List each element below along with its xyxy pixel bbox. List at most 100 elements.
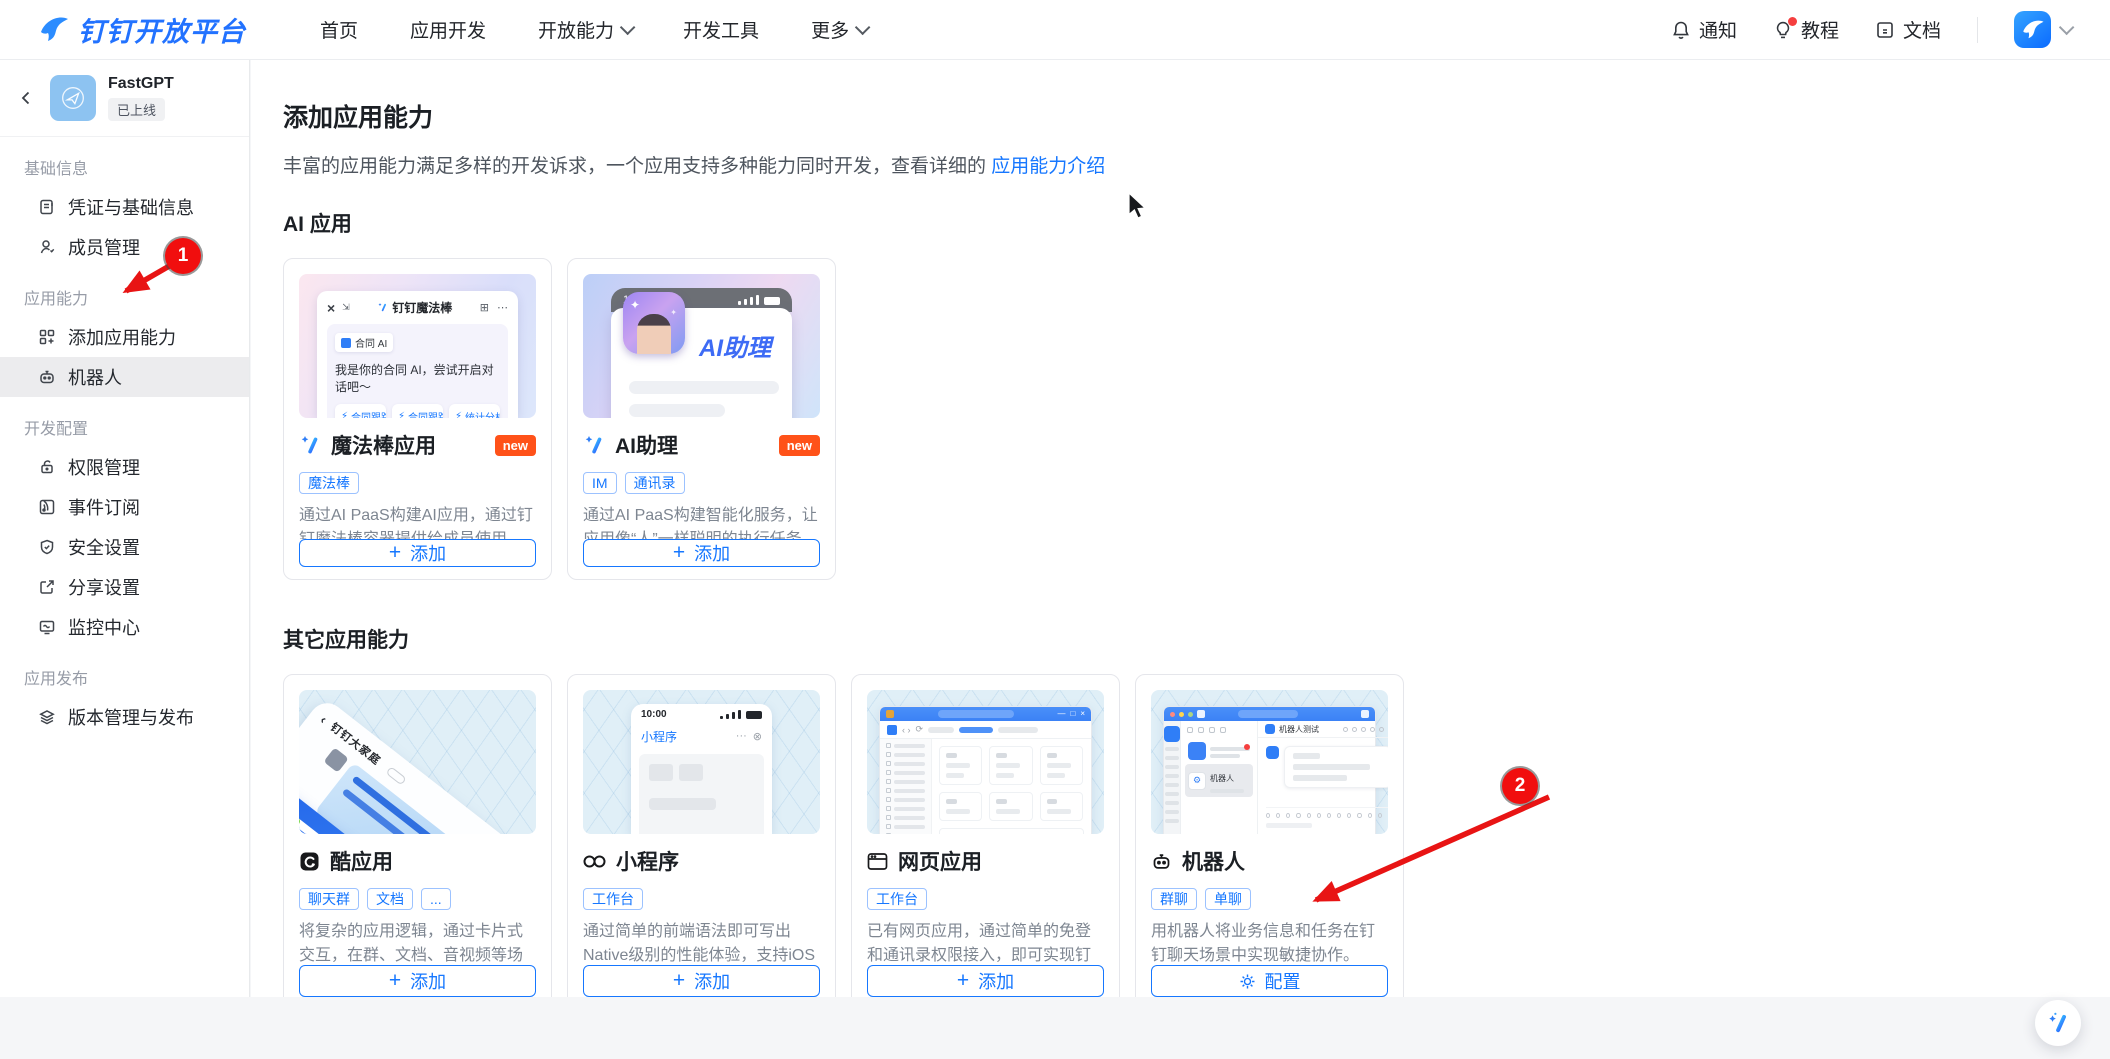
- suggestion-chip: ⚡合同跟踪多少家客户: [335, 404, 386, 419]
- cool-app-icon: [299, 851, 320, 872]
- sidebar-item-monitor[interactable]: 监控中心: [0, 607, 249, 647]
- card-title: 酷应用: [330, 846, 393, 876]
- nav-item-open-capability[interactable]: 开放能力: [538, 16, 631, 43]
- divider: [1977, 17, 1978, 43]
- card-title: 网页应用: [898, 846, 982, 876]
- chat-avatar: [324, 747, 349, 772]
- sidebar-item-share[interactable]: 分享设置: [0, 567, 249, 607]
- suggestion-chip: ⚡统计分析分析下组内: [449, 404, 500, 419]
- tutorial-button[interactable]: 教程: [1773, 16, 1839, 43]
- chevron-down-icon: [620, 20, 636, 36]
- add-capability-icon: [38, 328, 56, 346]
- wand-icon: [299, 434, 321, 456]
- chevron-down-icon: [2059, 20, 2075, 36]
- unread-dot: [1244, 744, 1250, 750]
- expand-icon: ⇲: [342, 302, 350, 313]
- top-navbar: 钉钉开放平台 首页 应用开发 开放能力 开发工具 更多 通知 教程 文档: [0, 0, 2110, 60]
- close-circle-icon: ⊗: [753, 730, 762, 743]
- permission-icon: [38, 458, 56, 476]
- sidebar-item-security[interactable]: 安全设置: [0, 527, 249, 567]
- chat-list-item-robot: ⚙机器人: [1185, 764, 1253, 797]
- magic-wand-preview: × ⇲ 钉钉魔法棒 ⊞⋯ 合同 AI 我是你的合同 AI，尝试开启对话吧～ ⚡合…: [299, 274, 536, 418]
- web-app-preview: —□× ‹ ›⟳: [867, 690, 1104, 834]
- card-cool-app: ‹钉钉大家庭 @ 酷应用: [283, 674, 552, 997]
- sidebar-item-robot[interactable]: 机器人: [0, 357, 249, 397]
- tag: IM: [583, 472, 617, 494]
- sidebar-item-event-subscription[interactable]: 事件订阅: [0, 487, 249, 527]
- tag-overflow: ...: [421, 888, 451, 910]
- card-title: AI助理: [615, 430, 678, 460]
- wand-icon: [583, 434, 605, 456]
- chevron-down-icon: [855, 20, 871, 36]
- new-badge: new: [495, 435, 536, 456]
- sidebar-item-credentials[interactable]: 凭证与基础信息: [0, 187, 249, 227]
- close-icon: ×: [327, 300, 335, 316]
- more-icon: ···: [736, 730, 747, 742]
- card-description: 将复杂的应用逻辑，通过卡片式交互，在群、文档、音视频等场域浅透出给成员快...: [299, 920, 536, 965]
- add-web-app-button[interactable]: +添加: [867, 965, 1104, 997]
- cool-app-preview: ‹钉钉大家庭 @: [299, 690, 536, 834]
- tag: 文档: [367, 888, 413, 910]
- dingtalk-wing-icon: [2021, 18, 2045, 42]
- sidebar-item-members[interactable]: 成员管理: [0, 227, 249, 267]
- credentials-icon: [38, 198, 56, 216]
- card-magic-wand-app: × ⇲ 钉钉魔法棒 ⊞⋯ 合同 AI 我是你的合同 AI，尝试开启对话吧～ ⚡合…: [283, 258, 552, 580]
- annotation-step-1: 1: [165, 238, 201, 274]
- add-mini-program-button[interactable]: +添加: [583, 965, 820, 997]
- sidebar-group-capability: 应用能力: [0, 267, 249, 317]
- ai-assistant-logo-text: AI助理: [699, 328, 776, 363]
- more-icon: ⋯: [497, 301, 508, 314]
- dingtalk-wing-icon: [38, 14, 70, 46]
- web-app-icon: [867, 852, 888, 871]
- add-magic-wand-button[interactable]: +添加: [299, 539, 536, 567]
- back-chevron: ‹: [318, 712, 331, 726]
- tag: 魔法棒: [299, 472, 359, 494]
- tag: 工作台: [583, 888, 643, 910]
- sidebar-item-add-capability[interactable]: 添加应用能力: [0, 317, 249, 357]
- robot-preview: ⚙机器人 机器人测试: [1151, 690, 1388, 834]
- add-window-icon: ⊞: [480, 301, 489, 314]
- card-description: 通过AI PaaS构建智能化服务，让应用像“人”一样聪明的执行任务: [583, 504, 820, 539]
- card-ai-assistant: 10:00 ✦✦ AI助理 AI助理 new IM: [567, 258, 836, 580]
- docs-button[interactable]: 文档: [1875, 16, 1941, 43]
- main-content: 添加应用能力 丰富的应用能力满足多样的开发诉求，一个应用支持多种能力同时开发，查…: [251, 60, 2110, 997]
- other-card-row: ‹钉钉大家庭 @ 酷应用: [283, 674, 2110, 997]
- dingtalk-logo[interactable]: 钉钉开放平台: [38, 10, 246, 49]
- tag: 单聊: [1205, 888, 1251, 910]
- user-avatar-menu[interactable]: [2014, 11, 2070, 48]
- gear-icon: [1239, 973, 1256, 990]
- mini-program-preview: 10:00 小程序 ···⊗: [583, 690, 820, 834]
- page-title: 添加应用能力: [283, 98, 2110, 134]
- document-icon: [1875, 20, 1895, 40]
- nav-item-dev-tools[interactable]: 开发工具: [683, 16, 759, 43]
- notification-dot: [1788, 17, 1797, 26]
- back-button[interactable]: [14, 86, 38, 110]
- wand-icon: [2046, 1011, 2070, 1035]
- navbar-right: 通知 教程 文档: [1671, 11, 2070, 48]
- card-title: 机器人: [1182, 846, 1245, 876]
- card-title: 魔法棒应用: [331, 430, 436, 460]
- plus-icon: +: [673, 970, 685, 991]
- nav-item-app-dev[interactable]: 应用开发: [410, 16, 486, 43]
- add-cool-app-button[interactable]: +添加: [299, 965, 536, 997]
- robot-icon: [1151, 851, 1172, 872]
- sidebar-item-permissions[interactable]: 权限管理: [0, 447, 249, 487]
- notifications-button[interactable]: 通知: [1671, 16, 1737, 43]
- sidebar-group-dev-config: 开发配置: [0, 397, 249, 447]
- card-description: 已有网页应用，通过简单的免登和通讯录权限接入，即可实现钉钉工作台快捷使用。: [867, 920, 1104, 965]
- magic-wand-floating-button[interactable]: [2035, 1000, 2081, 1046]
- capability-intro-link[interactable]: 应用能力介绍: [991, 156, 1105, 177]
- event-subscription-icon: [38, 498, 56, 516]
- ai-card-row: × ⇲ 钉钉魔法棒 ⊞⋯ 合同 AI 我是你的合同 AI，尝试开启对话吧～ ⚡合…: [283, 258, 2110, 580]
- sidebar-group-release: 应用发布: [0, 647, 249, 697]
- nav-item-home[interactable]: 首页: [320, 16, 358, 43]
- section-heading-ai: AI 应用: [283, 208, 2110, 238]
- card-title: 小程序: [616, 846, 679, 876]
- nav-item-more[interactable]: 更多: [811, 16, 866, 43]
- configure-robot-button[interactable]: 配置: [1151, 965, 1388, 997]
- sidebar-item-version-release[interactable]: 版本管理与发布: [0, 697, 249, 737]
- card-description: 通过简单的前端语法即可写出Native级别的性能体验，支持iOS和Android…: [583, 920, 820, 965]
- ai-assistant-preview: 10:00 ✦✦ AI助理: [583, 274, 820, 418]
- add-ai-assistant-button[interactable]: +添加: [583, 539, 820, 567]
- avatar: [2014, 11, 2051, 48]
